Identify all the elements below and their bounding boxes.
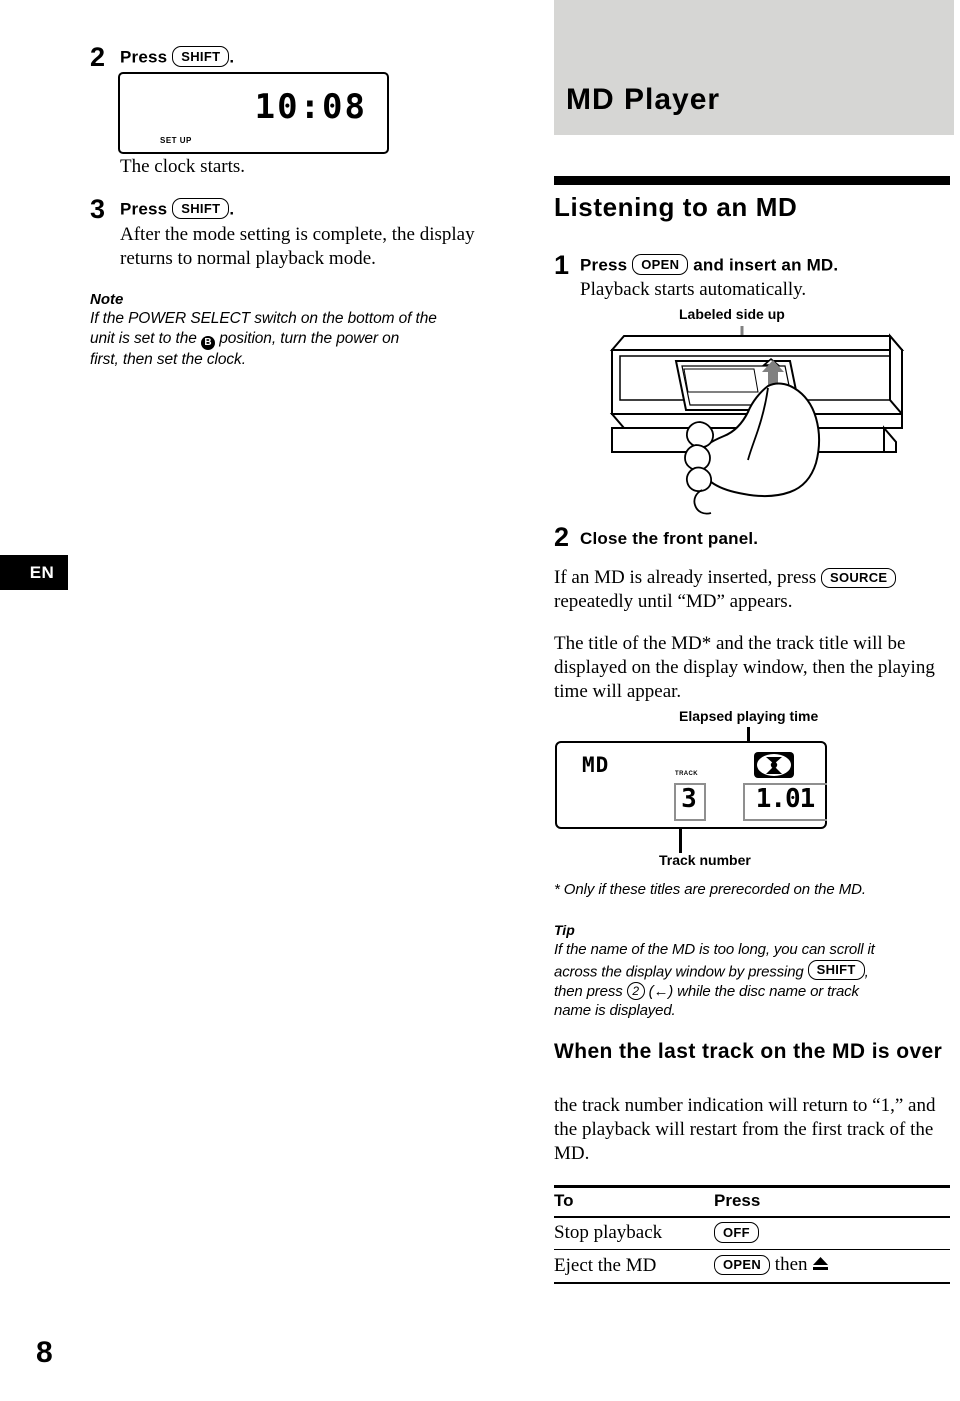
power-select-b-badge-icon: B [200, 335, 215, 350]
table-cell-key: OPEN then [714, 1250, 950, 1282]
track-number-leader-line [679, 825, 682, 853]
elapsed-playing-time-callout: Elapsed playing time [679, 708, 819, 724]
section-divider-rule [554, 176, 950, 185]
page-number: 8 [36, 1336, 53, 1369]
track-number-callout: Track number [659, 852, 751, 868]
note-line-1: If the POWER SELECT switch on the bottom… [90, 310, 437, 327]
display-track-number: 3 [681, 784, 697, 814]
table-cell-key: OFF [714, 1218, 950, 1249]
display-source-label: MD [582, 753, 610, 777]
tip-line-2-after: , [864, 963, 869, 980]
table-header-to: To [554, 1191, 574, 1210]
table-cell-action: Eject the MD [554, 1254, 657, 1276]
step-2-right-number: 2 [554, 522, 570, 552]
footnote-prerecorded: * Only if these titles are prerecorded o… [554, 881, 866, 898]
step-2-paragraph-2: The title of the MD* and the track title… [554, 633, 935, 702]
step-3-heading-suffix: . [229, 199, 235, 219]
md-player-drawing [609, 326, 905, 515]
open-key-badge[interactable]: OPEN [714, 1254, 771, 1276]
last-track-heading: When the last track on the MD is over [554, 1040, 943, 1063]
off-key-badge[interactable]: OFF [714, 1222, 759, 1243]
table-header-row: To Press [554, 1188, 950, 1216]
source-key-badge[interactable]: SOURCE [820, 567, 897, 588]
step-3-body: After the mode setting is complete, the … [120, 223, 475, 269]
table-cell-suffix: then [774, 1254, 808, 1276]
step-1-body: Playback starts automatically. [580, 278, 807, 300]
shift-key-badge[interactable]: SHIFT [172, 198, 230, 219]
disc-icon [753, 751, 795, 784]
number-2-key-badge[interactable]: 2 [626, 981, 645, 1000]
display-track-word: TRACK [675, 771, 698, 777]
step-3-heading-prefix: Press [120, 199, 168, 219]
step-3-number: 3 [90, 194, 106, 224]
tip-line-3-mid: (←) while the disc name or track [648, 982, 859, 1000]
note-block: Note If the POWER SELECT switch on the b… [90, 290, 510, 369]
tip-line-4: name is displayed. [554, 1002, 676, 1019]
note-body: If the POWER SELECT switch on the bottom… [90, 309, 510, 369]
table-cell-action: Stop playback [554, 1221, 663, 1243]
chapter-title: MD Player [566, 83, 721, 116]
step-2-paragraph-1: If an MD is already inserted, press SOUR… [554, 566, 954, 614]
step-2-para1-before: If an MD is already inserted, press [554, 567, 817, 588]
language-tab-en: EN [0, 555, 68, 590]
md-display-window: MD TRACK 3 1.01 [555, 741, 827, 829]
lcd-setup-indicator: SET UP [160, 136, 192, 145]
step-2-caption: The clock starts. [120, 156, 246, 177]
step-2-right-heading: Close the front panel. [580, 529, 759, 548]
step-1-heading: Press OPEN and insert an MD. [580, 254, 960, 277]
action-key-table: To Press Stop playback OFF Eject the MD [554, 1185, 950, 1284]
eject-icon [812, 1255, 829, 1277]
note-title: Note [90, 291, 124, 308]
step-2-heading-suffix: . [229, 47, 235, 67]
step-3-heading: Press SHIFT. [120, 198, 560, 221]
table-bottom-rule [554, 1282, 950, 1284]
note-line-3: first, then set the clock. [90, 350, 246, 368]
step-2-para1-after: repeatedly until “MD” appears. [554, 591, 793, 612]
table-row: Stop playback OFF [554, 1218, 950, 1249]
table-header-press: Press [714, 1191, 761, 1210]
section-title: Listening to an MD [554, 192, 798, 222]
language-tab-label: EN [29, 563, 55, 582]
shift-key-badge[interactable]: SHIFT [807, 959, 865, 980]
open-key-badge[interactable]: OPEN [632, 254, 689, 275]
step-1-heading-suffix: and insert an MD. [693, 255, 839, 275]
insert-md-illustration: Labeled side up [554, 300, 954, 515]
step-1-heading-prefix: Press [580, 255, 628, 275]
table-row: Eject the MD OPEN then [554, 1250, 950, 1282]
display-elapsed-time: 1.01 [755, 784, 816, 814]
step-2-heading: Press SHIFT. [120, 46, 560, 69]
tip-title: Tip [554, 922, 575, 938]
step-2-heading-prefix: Press [120, 47, 168, 67]
labeled-side-up-callout: Labeled side up [679, 306, 785, 322]
step-2-number: 2 [90, 42, 106, 72]
note-line-2-after: position, turn the power on [219, 329, 400, 347]
tip-line-2-before: across the display window by pressing [554, 963, 804, 980]
step-1-number: 1 [554, 250, 570, 280]
lcd-clock-time: 10:08 [254, 87, 367, 127]
tip-line-3-before: then press [554, 982, 623, 1000]
tip-line-1: If the name of the MD is too long, you c… [554, 941, 875, 958]
manual-page: 2 Press SHIFT. 10:08 SET UP The clock st… [0, 0, 960, 1401]
note-line-2-before: unit is set to the [90, 329, 197, 347]
clock-lcd-illustration: 10:08 SET UP [118, 72, 389, 154]
last-track-body: the track number indication will return … [554, 1095, 936, 1164]
tip-body: If the name of the MD is too long, you c… [554, 940, 954, 1021]
shift-key-badge[interactable]: SHIFT [172, 46, 230, 67]
left-column: 2 Press SHIFT. 10:08 SET UP The clock st… [0, 0, 520, 1401]
